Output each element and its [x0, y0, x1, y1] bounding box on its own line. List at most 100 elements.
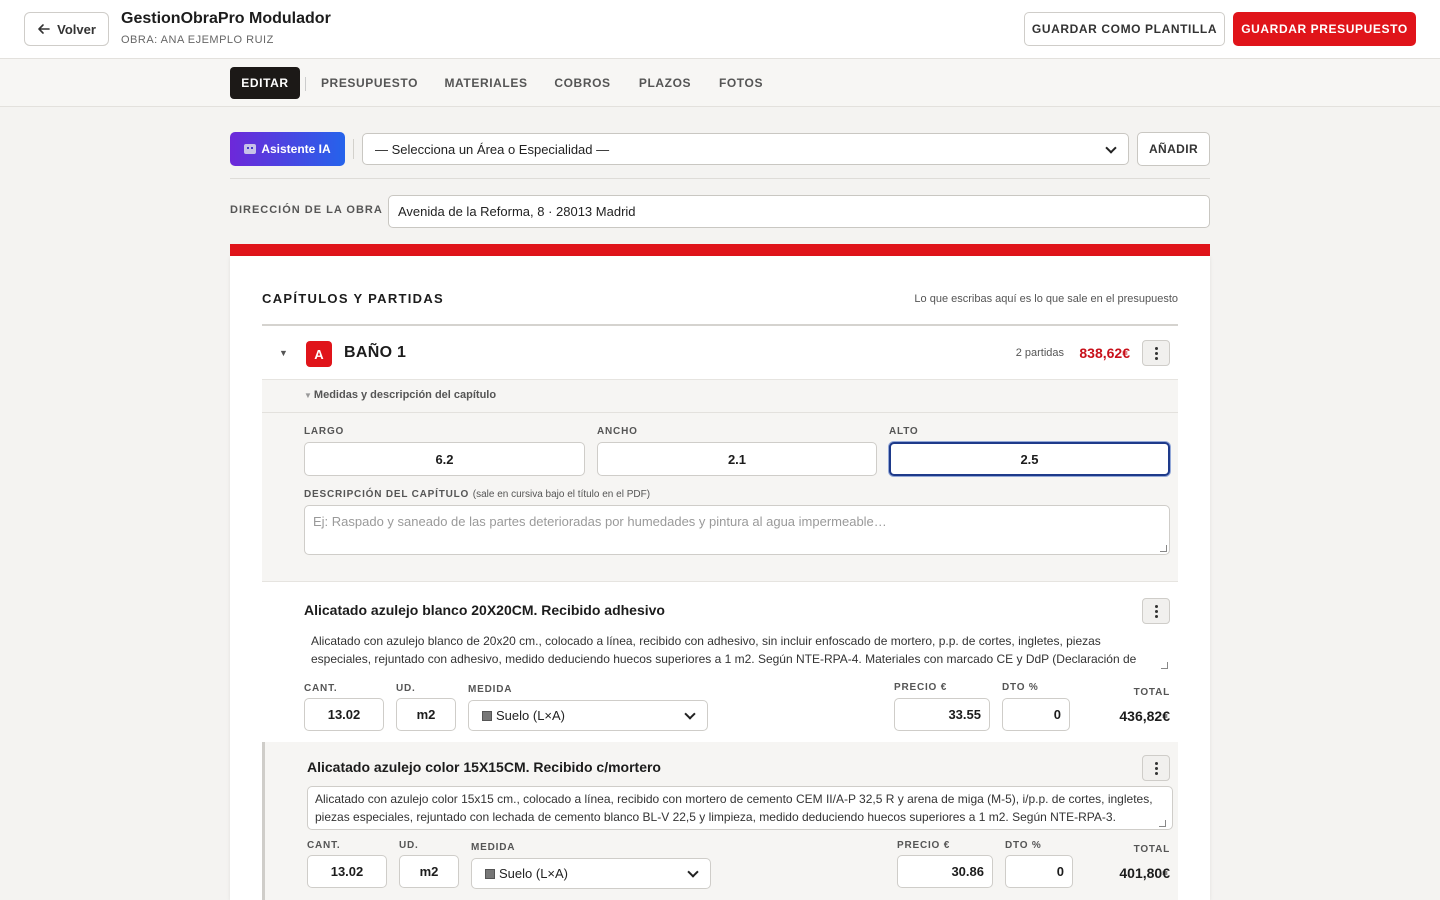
total-label: TOTAL [1133, 687, 1170, 698]
triangle-down-icon: ▼ [304, 391, 312, 400]
tab-presupuesto[interactable]: PRESUPUESTO [312, 67, 427, 99]
grid-icon [485, 868, 495, 879]
chevron-down-icon [684, 708, 696, 720]
dto-input[interactable]: 0 [1002, 698, 1070, 731]
kebab-dot [1154, 761, 1158, 765]
back-label: Volver [57, 21, 96, 37]
card-accent-strip [230, 244, 1210, 256]
save-template-button[interactable]: GUARDAR COMO PLANTILLA [1024, 12, 1225, 46]
resize-handle-icon[interactable] [1160, 545, 1167, 552]
largo-input[interactable]: 6.2 [304, 442, 585, 476]
kebab-dot [1154, 356, 1158, 360]
address-input[interactable]: Avenida de la Reforma, 8 · 28013 Madrid [388, 195, 1210, 228]
chapter-description-textarea[interactable]: Ej: Raspado y saneado de las partes dete… [304, 505, 1170, 555]
chapter-description-label-text: DESCRIPCIÓN DEL CAPÍTULO [304, 489, 470, 500]
project-subtitle: OBRA: ANA EJEMPLO RUIZ [121, 34, 274, 46]
item-title[interactable]: Alicatado azulejo blanco 20X20CM. Recibi… [304, 602, 665, 618]
chevron-down-icon [1105, 142, 1117, 154]
kebab-dot [1154, 609, 1158, 613]
medida-select-value: Suelo (L×A) [499, 866, 569, 881]
resize-handle-icon[interactable] [1161, 662, 1168, 669]
collapse-caret-icon[interactable]: ▼ [279, 348, 288, 358]
kebab-dot [1154, 351, 1158, 355]
area-select-value: — Selecciona un Área o Especialidad — [375, 141, 610, 157]
top-header: Volver GestionObraPro Modulador OBRA: AN… [0, 0, 1440, 59]
ud-input[interactable]: m2 [399, 855, 459, 888]
alto-label: ALTO [889, 426, 919, 437]
divider [230, 178, 1210, 179]
item-total: 401,80€ [1119, 865, 1170, 881]
toolbar-divider [353, 139, 354, 159]
save-budget-button[interactable]: GUARDAR PRESUPUESTO [1233, 12, 1416, 46]
ancho-label: ANCHO [597, 426, 638, 437]
cant-input[interactable]: 13.02 [304, 698, 384, 731]
resize-handle-icon[interactable] [1159, 820, 1166, 827]
arrow-left-icon [38, 24, 50, 34]
item-description-textarea[interactable]: Alicatado con azulejo color 15x15 cm., c… [307, 786, 1173, 830]
area-select[interactable]: — Selecciona un Área o Especialidad — [362, 133, 1129, 165]
budget-item: Alicatado azulejo blanco 20X20CM. Recibi… [262, 581, 1178, 742]
tab-editar[interactable]: EDITAR [230, 67, 300, 99]
ud-input[interactable]: m2 [396, 698, 456, 731]
chapter-header[interactable]: ▼ A BAÑO 1 2 partidas 838,62€ [262, 326, 1178, 380]
kebab-dot [1154, 604, 1158, 608]
precio-label: PRECIO € [897, 840, 951, 851]
tab-cobros[interactable]: COBROS [546, 67, 619, 99]
item-title[interactable]: Alicatado azulejo color 15X15CM. Recibid… [307, 759, 661, 775]
ancho-input[interactable]: 2.1 [597, 442, 877, 476]
kebab-dot [1154, 346, 1158, 350]
chapter-description-label: DESCRIPCIÓN DEL CAPÍTULO (sale en cursiv… [304, 489, 650, 500]
cant-label: CANT. [307, 840, 341, 851]
cant-input[interactable]: 13.02 [307, 855, 387, 888]
chapter-letter-badge: A [306, 341, 332, 367]
item-menu-button[interactable] [1142, 598, 1170, 624]
kebab-dot [1154, 771, 1158, 775]
tab-fotos[interactable]: FOTOS [710, 67, 772, 99]
tab-materiales[interactable]: MATERIALES [436, 67, 536, 99]
app-title: GestionObraPro Modulador [121, 10, 331, 27]
ai-assistant-button[interactable]: Asistente IA [230, 132, 345, 166]
chapters-card: CAPÍTULOS Y PARTIDAS Lo que escribas aqu… [230, 256, 1210, 900]
chapter-item-count: 2 partidas [1015, 347, 1064, 359]
robot-icon [244, 144, 257, 154]
ud-label: UD. [399, 840, 419, 851]
dto-label: DTO % [1005, 840, 1042, 851]
section-hint: Lo que escribas aquí es lo que sale en e… [914, 293, 1178, 305]
medida-select-value: Suelo (L×A) [496, 708, 566, 723]
item-description-textarea[interactable]: Alicatado con azulejo blanco de 20x20 cm… [304, 632, 1170, 672]
medida-label: MEDIDA [468, 684, 513, 695]
largo-label: LARGO [304, 426, 345, 437]
chapter-description-note: (sale en cursiva bajo el título en el PD… [472, 489, 651, 500]
cant-label: CANT. [304, 683, 338, 694]
medida-label: MEDIDA [471, 842, 516, 853]
tab-plazos[interactable]: PLAZOS [630, 67, 700, 99]
medida-select[interactable]: Suelo (L×A) [471, 858, 711, 889]
item-menu-button[interactable] [1142, 755, 1170, 781]
chevron-down-icon [687, 866, 699, 878]
medida-select[interactable]: Suelo (L×A) [468, 700, 708, 731]
item-total: 436,82€ [1119, 708, 1170, 724]
back-button[interactable]: Volver [24, 12, 109, 46]
chapter-menu-button[interactable] [1142, 340, 1170, 366]
add-area-button[interactable]: AÑADIR [1137, 132, 1210, 166]
total-label: TOTAL [1133, 844, 1170, 855]
precio-input[interactable]: 33.55 [894, 698, 990, 731]
precio-input[interactable]: 30.86 [897, 855, 993, 888]
tab-bar: EDITAR PRESUPUESTO MATERIALES COBROS PLA… [0, 59, 1440, 107]
dto-label: DTO % [1002, 682, 1039, 693]
section-title: CAPÍTULOS Y PARTIDAS [262, 291, 445, 306]
kebab-dot [1154, 614, 1158, 618]
ud-label: UD. [396, 683, 416, 694]
ai-assistant-label: Asistente IA [261, 142, 331, 156]
kebab-dot [1154, 766, 1158, 770]
chapter-name: BAÑO 1 [344, 344, 407, 361]
tab-divider [305, 77, 306, 91]
alto-input[interactable]: 2.5 [889, 442, 1170, 476]
chapter-measures-panel: ▼ Medidas y descripción del capítulo LARG… [262, 380, 1178, 581]
precio-label: PRECIO € [894, 682, 948, 693]
grid-icon [482, 710, 492, 721]
address-label: DIRECCIÓN DE LA OBRA [230, 204, 383, 216]
measures-toggle[interactable]: ▼ Medidas y descripción del capítulo [304, 389, 496, 401]
chapter-description-placeholder: Ej: Raspado y saneado de las partes dete… [313, 514, 887, 529]
dto-input[interactable]: 0 [1005, 855, 1073, 888]
